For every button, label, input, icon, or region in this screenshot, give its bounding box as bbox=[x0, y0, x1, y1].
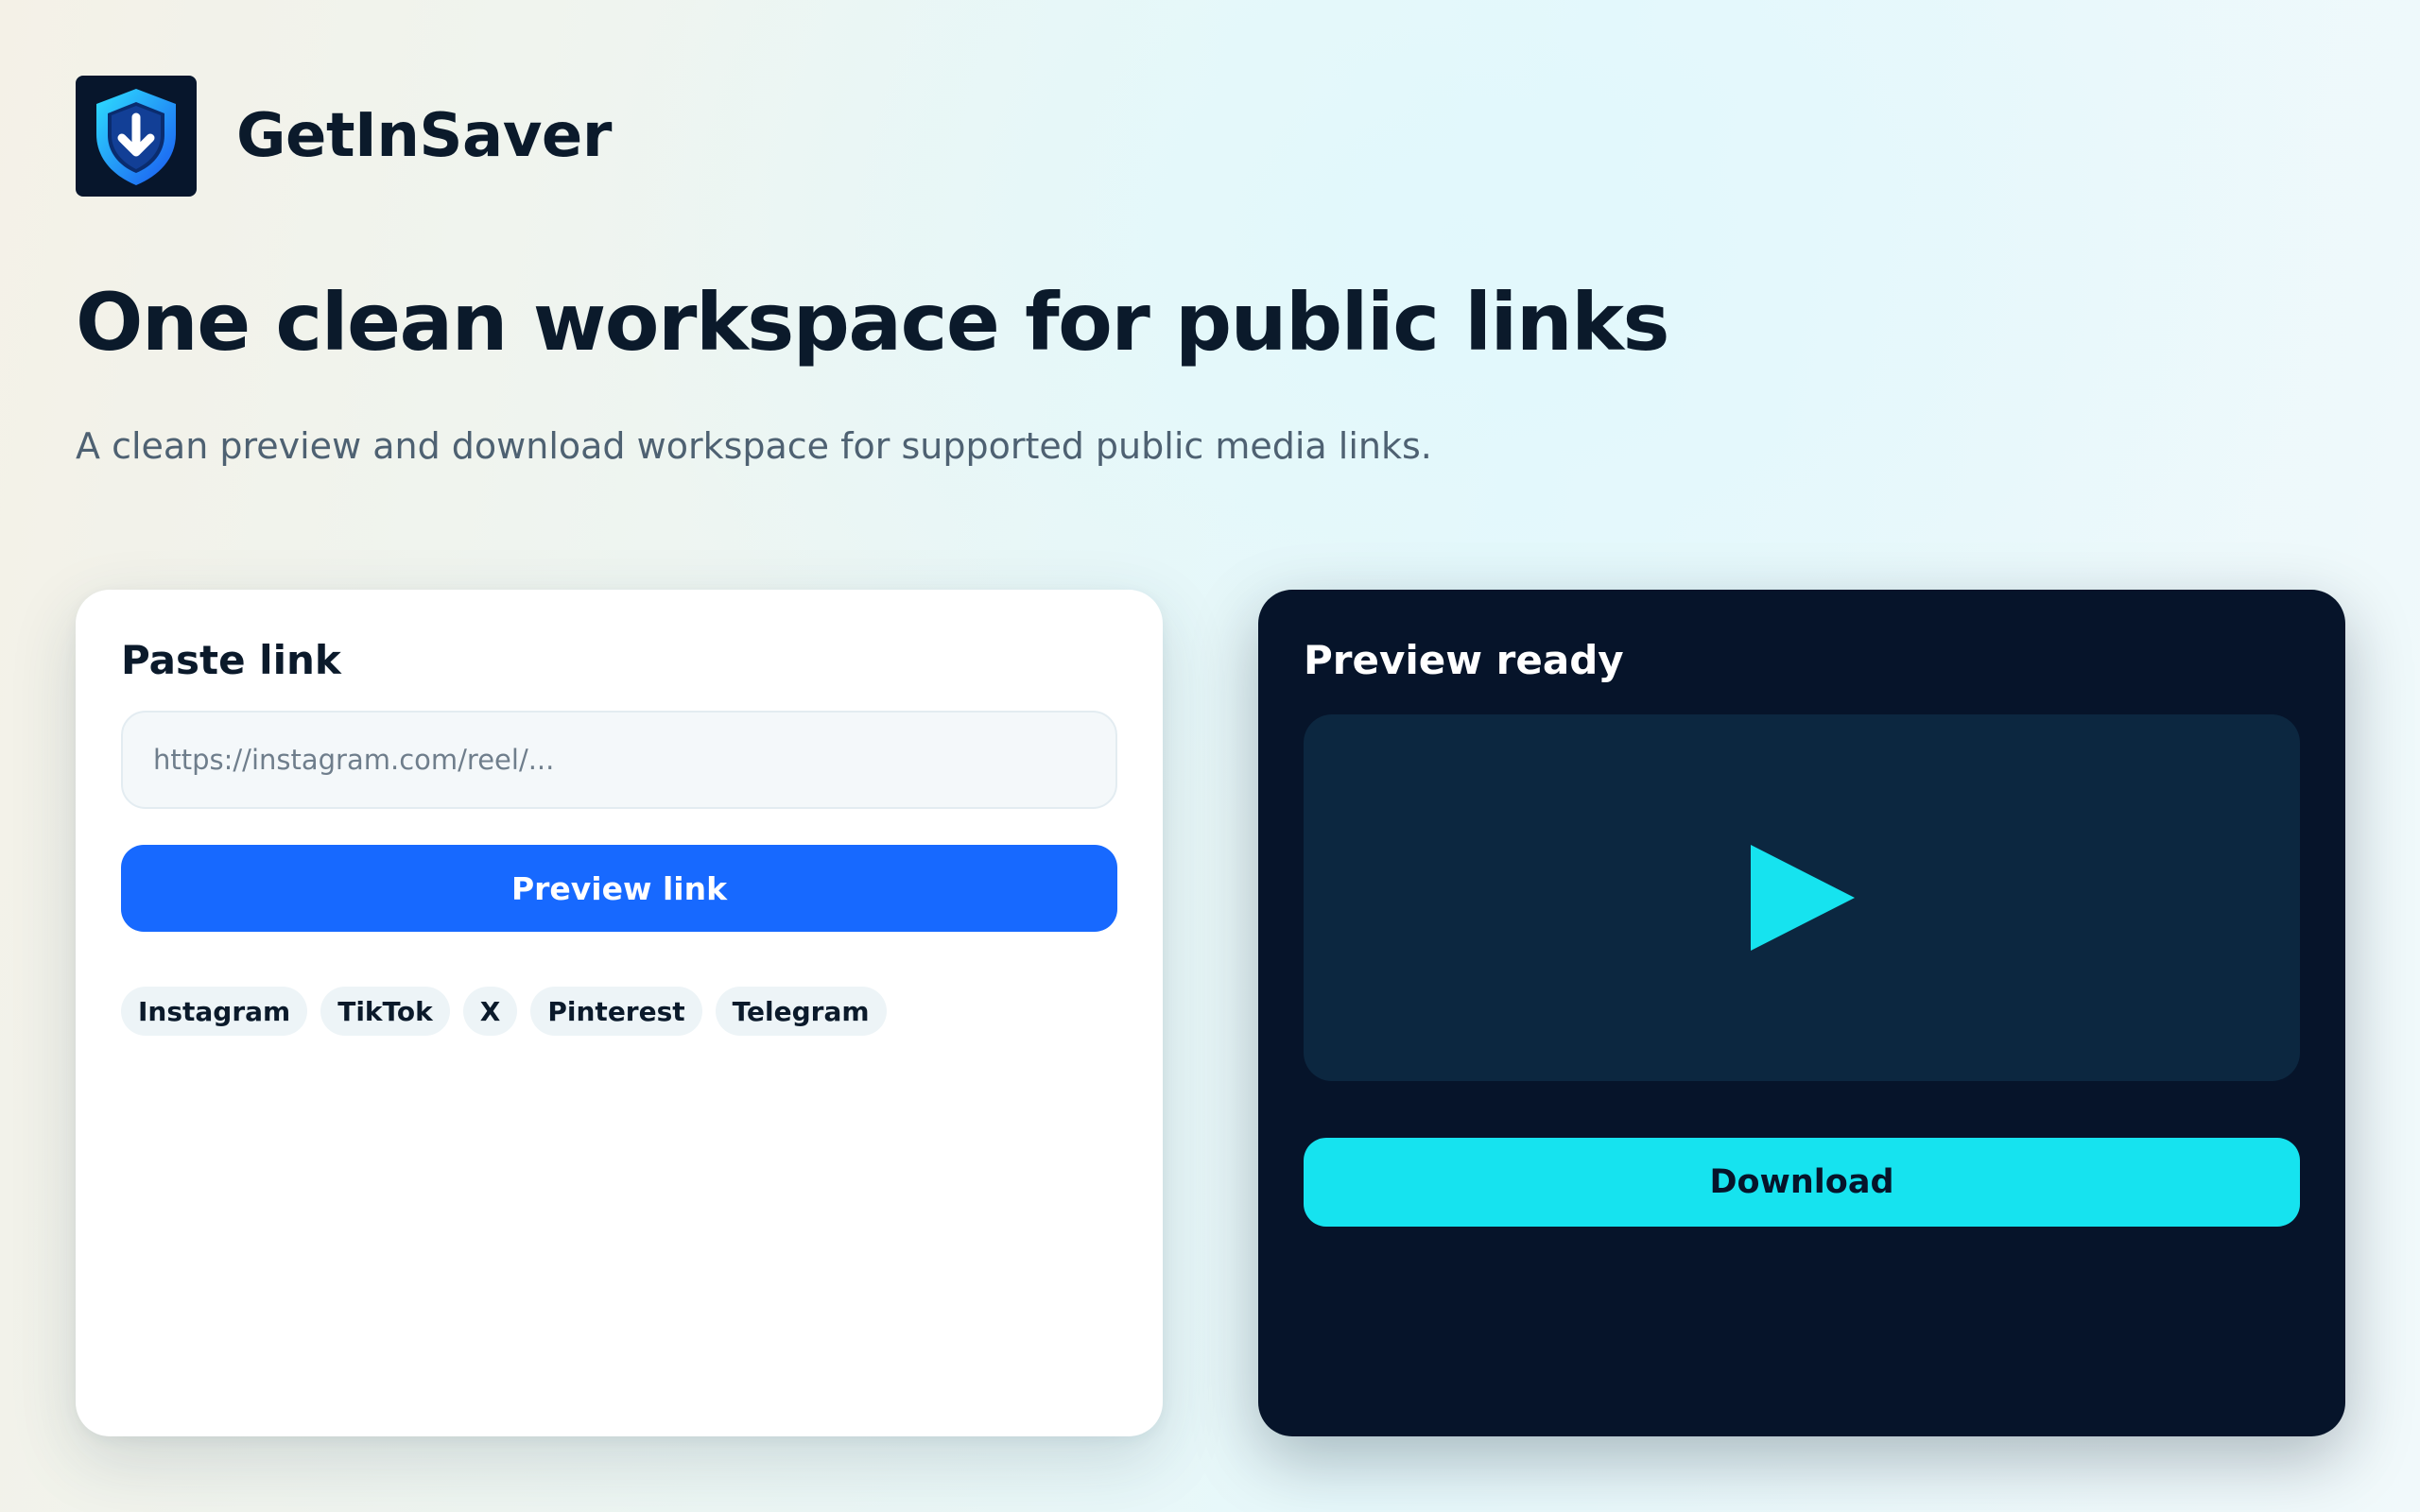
page-subtitle: A clean preview and download workspace f… bbox=[76, 425, 1432, 467]
shield-download-icon[interactable] bbox=[76, 76, 197, 197]
brand-header: GetInSaver bbox=[76, 76, 612, 197]
paste-link-title: Paste link bbox=[121, 637, 341, 683]
preview-card: Preview ready Download bbox=[1258, 590, 2345, 1436]
chip-pinterest[interactable]: Pinterest bbox=[530, 987, 702, 1036]
download-button[interactable]: Download bbox=[1304, 1138, 2300, 1227]
preview-ready-title: Preview ready bbox=[1304, 637, 1624, 683]
chip-tiktok[interactable]: TikTok bbox=[320, 987, 450, 1036]
media-preview[interactable] bbox=[1304, 714, 2300, 1081]
link-input[interactable] bbox=[121, 711, 1117, 809]
chip-telegram[interactable]: Telegram bbox=[715, 987, 887, 1036]
platform-chips: Instagram TikTok X Pinterest Telegram bbox=[121, 987, 887, 1036]
chip-x[interactable]: X bbox=[462, 987, 518, 1036]
paste-link-card: Paste link Preview link Instagram TikTok… bbox=[76, 590, 1163, 1436]
preview-link-button[interactable]: Preview link bbox=[121, 845, 1117, 932]
play-icon[interactable] bbox=[1749, 845, 1855, 951]
chip-instagram[interactable]: Instagram bbox=[121, 987, 308, 1036]
page-title: One clean workspace for public links bbox=[76, 276, 1669, 369]
brand-name: GetInSaver bbox=[236, 101, 612, 171]
